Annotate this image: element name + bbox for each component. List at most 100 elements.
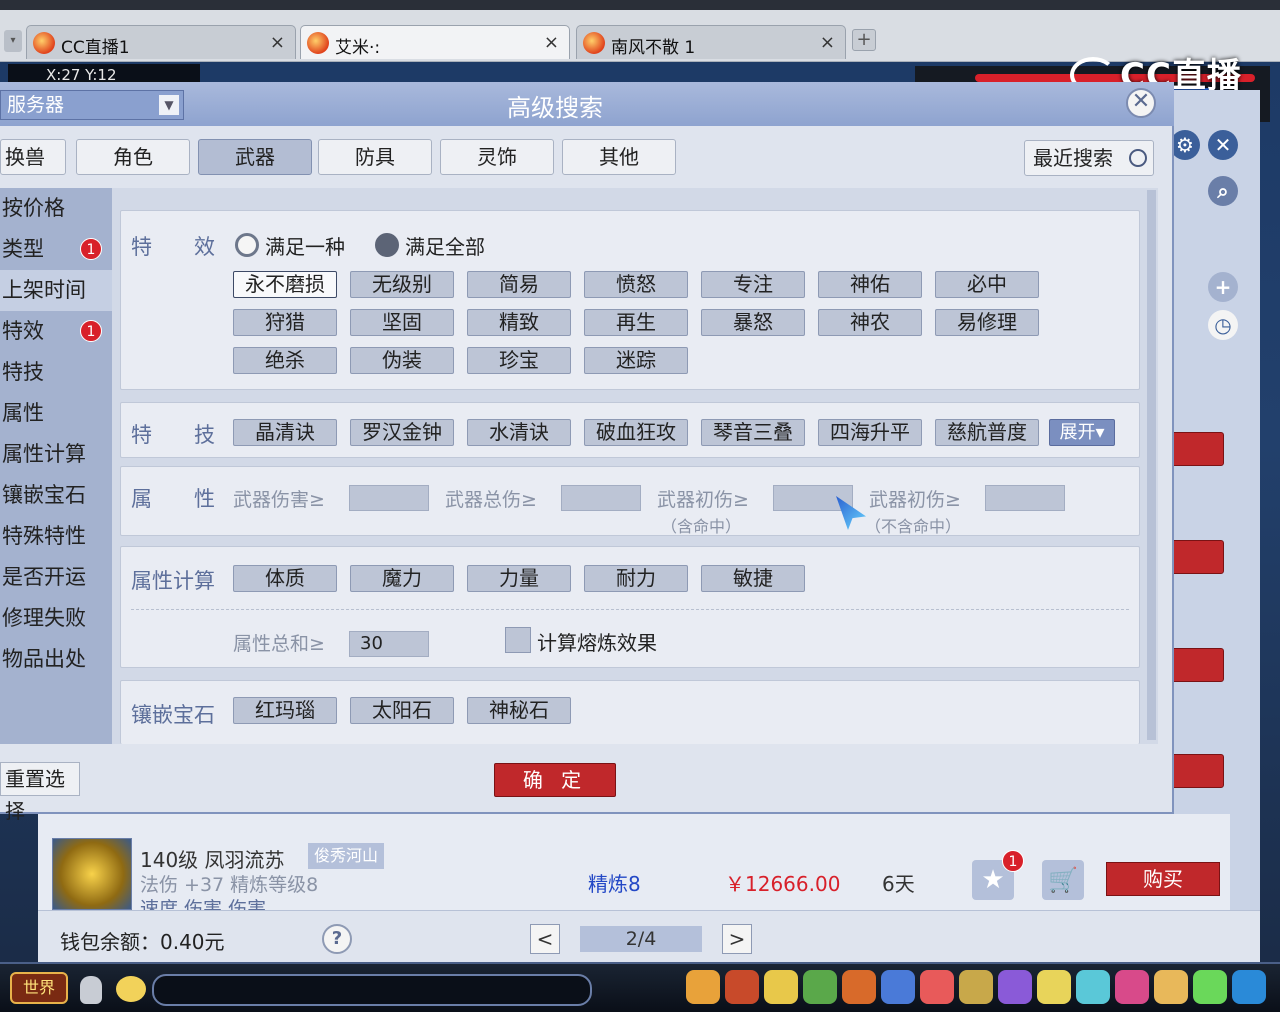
effect-chip[interactable]: 狩猎 <box>233 309 337 336</box>
gem-chip[interactable]: 红玛瑙 <box>233 697 337 724</box>
emote-icon[interactable] <box>1154 970 1188 1004</box>
clock-icon[interactable]: ◷ <box>1208 310 1238 340</box>
prev-page-button[interactable]: < <box>530 924 560 954</box>
map-icon[interactable] <box>959 970 993 1004</box>
sidebar-item[interactable]: 上架时间 <box>0 270 112 311</box>
pet-icon[interactable] <box>764 970 798 1004</box>
effect-chip[interactable]: 暴怒 <box>701 309 805 336</box>
smelt-checkbox[interactable] <box>505 627 531 653</box>
equip-icon[interactable] <box>725 970 759 1004</box>
skill-chip[interactable]: 水清诀 <box>467 419 571 446</box>
effect-chip[interactable]: 珍宝 <box>467 347 571 374</box>
sidebar-item[interactable]: 按价格 <box>0 188 112 229</box>
item-thumbnail[interactable] <box>52 838 132 910</box>
weapon-total-input[interactable] <box>561 485 641 511</box>
browser-tab-1[interactable]: CC直播1 × <box>26 25 296 59</box>
side-buy-button[interactable] <box>1168 648 1224 682</box>
sidebar-item[interactable]: 特技 <box>0 352 112 393</box>
next-page-button[interactable]: > <box>722 924 752 954</box>
search-icon[interactable]: ⌕ <box>1208 176 1238 206</box>
weapon-init-nohit-input[interactable] <box>985 485 1065 511</box>
effect-chip[interactable]: 坚固 <box>350 309 454 336</box>
radio-all[interactable] <box>375 233 399 257</box>
add-icon[interactable]: + <box>1208 272 1238 302</box>
radio-any[interactable] <box>235 233 259 257</box>
sidebar-item[interactable]: 特效 1 <box>0 311 112 352</box>
skill-chip[interactable]: 破血狂攻 <box>584 419 688 446</box>
menu-icon[interactable] <box>1232 970 1266 1004</box>
dialog-close-button[interactable]: ✕ <box>1126 88 1156 118</box>
new-tab-button[interactable]: + <box>852 29 876 51</box>
chat-input[interactable] <box>152 974 592 1006</box>
expand-button[interactable]: 展开▾ <box>1049 419 1115 446</box>
category-armor[interactable]: 防具 <box>318 139 432 175</box>
system-icon[interactable] <box>1193 970 1227 1004</box>
attr-calc-chip[interactable]: 敏捷 <box>701 565 805 592</box>
effect-chip[interactable]: 神农 <box>818 309 922 336</box>
tab-close-icon[interactable]: × <box>270 32 285 53</box>
effect-chip[interactable]: 神佑 <box>818 271 922 298</box>
quest-icon[interactable] <box>881 970 915 1004</box>
shop-icon[interactable] <box>1037 970 1071 1004</box>
tab-close-icon[interactable]: × <box>820 32 835 53</box>
category-pet[interactable]: 换兽 <box>0 139 66 175</box>
mail-icon[interactable] <box>1115 970 1149 1004</box>
attr-calc-chip[interactable]: 体质 <box>233 565 337 592</box>
skill-chip[interactable]: 罗汉金钟 <box>350 419 454 446</box>
skill-chip[interactable]: 慈航普度 <box>935 419 1039 446</box>
reset-selection-button[interactable]: 重置选择 <box>0 762 80 823</box>
effect-chip[interactable]: 伪装 <box>350 347 454 374</box>
category-ornament[interactable]: 灵饰 <box>440 139 554 175</box>
gem-chip[interactable]: 神秘石 <box>467 697 571 724</box>
content-scrollbar[interactable] <box>1147 190 1156 740</box>
browser-tab-2[interactable]: 艾米·: × <box>300 25 570 59</box>
bag-icon[interactable] <box>686 970 720 1004</box>
tab-close-icon[interactable]: × <box>544 32 559 53</box>
sidebar-item[interactable]: 镶嵌宝石 <box>0 475 112 516</box>
effect-chip[interactable]: 简易 <box>467 271 571 298</box>
recent-search-button[interactable]: 最近搜索 <box>1024 140 1154 176</box>
sidebar-item[interactable]: 类型 1 <box>0 229 112 270</box>
browser-tab-3[interactable]: 南风不散 1 × <box>576 25 846 59</box>
side-buy-button[interactable] <box>1168 432 1224 466</box>
sidebar-item[interactable]: 是否开运 <box>0 557 112 598</box>
sidebar-item[interactable]: 属性 <box>0 393 112 434</box>
world-channel-button[interactable]: 世界 <box>10 972 68 1004</box>
settings-gear-icon[interactable]: ⚙ <box>1170 130 1200 160</box>
attr-calc-chip[interactable]: 耐力 <box>584 565 688 592</box>
effect-chip[interactable]: 愤怒 <box>584 271 688 298</box>
tab-list-dropdown[interactable]: ▾ <box>4 30 22 52</box>
emoji-icon[interactable] <box>116 976 146 1002</box>
sidebar-item[interactable]: 属性计算 <box>0 434 112 475</box>
attr-calc-chip[interactable]: 力量 <box>467 565 571 592</box>
side-buy-button[interactable] <box>1168 754 1224 788</box>
skill-chip[interactable]: 琴音三叠 <box>701 419 805 446</box>
effect-chip[interactable]: 无级别 <box>350 271 454 298</box>
microphone-icon[interactable] <box>80 976 102 1004</box>
friend-icon[interactable] <box>1076 970 1110 1004</box>
effect-chip[interactable]: 必中 <box>935 271 1039 298</box>
close-icon[interactable]: ✕ <box>1208 130 1238 160</box>
attr-calc-chip[interactable]: 魔力 <box>350 565 454 592</box>
category-weapon[interactable]: 武器 <box>198 139 312 175</box>
category-other[interactable]: 其他 <box>562 139 676 175</box>
effect-chip[interactable]: 迷踪 <box>584 347 688 374</box>
attr-sum-input[interactable]: 30 <box>349 631 429 657</box>
category-role[interactable]: 角色 <box>76 139 190 175</box>
confirm-button[interactable]: 确 定 <box>494 763 616 797</box>
skill-chip[interactable]: 晶清诀 <box>233 419 337 446</box>
skill-chip[interactable]: 四海升平 <box>818 419 922 446</box>
effect-chip[interactable]: 易修理 <box>935 309 1039 336</box>
weapon-damage-input[interactable] <box>349 485 429 511</box>
effect-chip[interactable]: 绝杀 <box>233 347 337 374</box>
help-icon[interactable]: ? <box>322 924 352 954</box>
sidebar-item[interactable]: 物品出处 <box>0 639 112 680</box>
sidebar-item[interactable]: 特殊特性 <box>0 516 112 557</box>
effect-chip[interactable]: 再生 <box>584 309 688 336</box>
sidebar-item[interactable]: 修理失败 <box>0 598 112 639</box>
team-icon[interactable] <box>842 970 876 1004</box>
skill-icon[interactable] <box>803 970 837 1004</box>
cart-icon[interactable]: 🛒 <box>1042 860 1084 900</box>
item-name[interactable]: 140级 凤羽流苏 <box>140 844 285 873</box>
gem-chip[interactable]: 太阳石 <box>350 697 454 724</box>
